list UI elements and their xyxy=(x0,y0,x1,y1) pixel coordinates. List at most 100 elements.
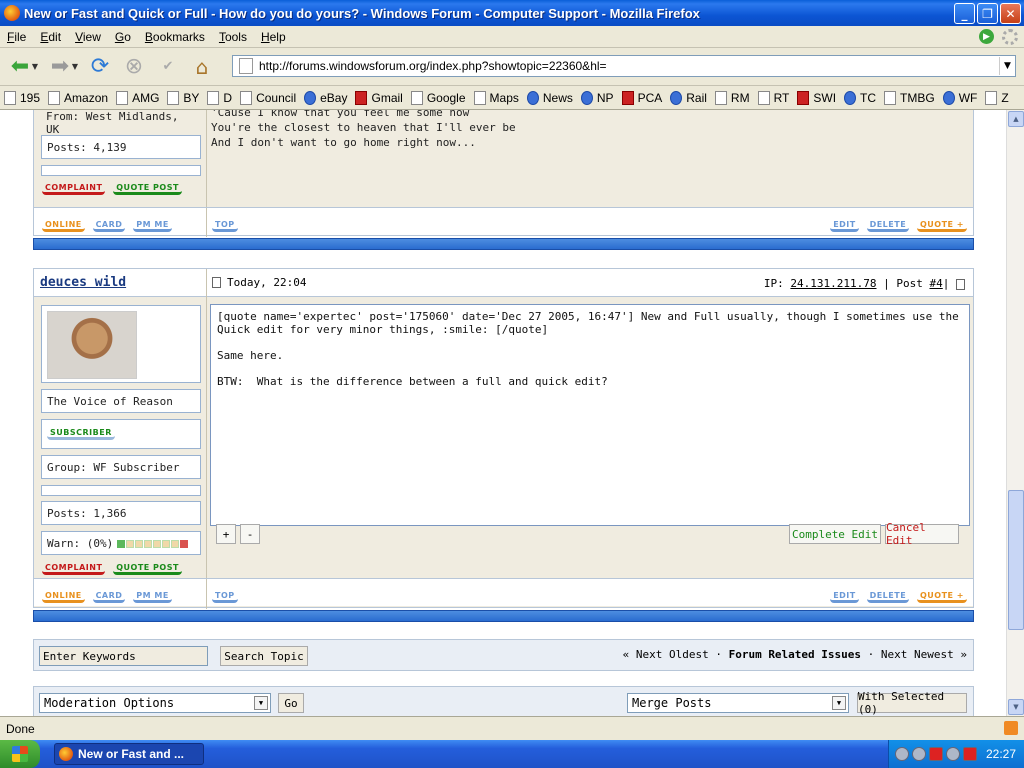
delete-button[interactable]: DELETE xyxy=(866,591,910,603)
maximize-button[interactable]: ❐ xyxy=(977,3,998,24)
tray-network-icon[interactable] xyxy=(946,747,960,761)
stop-icon[interactable]: ⊗ xyxy=(120,53,148,81)
tray-back-icon[interactable] xyxy=(895,747,909,761)
spellcheck-icon[interactable]: ✔ xyxy=(154,53,182,81)
bookmark-item[interactable]: Amazon xyxy=(44,90,112,105)
keyword-search-input[interactable] xyxy=(39,646,208,666)
bookmark-item[interactable]: D xyxy=(203,90,236,105)
bookmark-item[interactable]: TMBG xyxy=(880,90,939,105)
ip-link[interactable]: 24.131.211.78 xyxy=(790,277,876,290)
column-divider xyxy=(206,297,207,609)
go-button[interactable]: Go xyxy=(278,693,304,713)
bookmark-item[interactable]: WF xyxy=(939,90,982,105)
expand-editor-button[interactable]: + xyxy=(216,524,236,544)
bookmark-item[interactable]: TC xyxy=(840,90,880,105)
complaint-button[interactable]: COMPLAINT xyxy=(42,183,106,195)
page-icon xyxy=(4,90,16,105)
top-button[interactable]: TOP xyxy=(212,220,238,232)
pm-button[interactable]: PM ME xyxy=(133,220,172,232)
quote-plus-button[interactable]: QUOTE + xyxy=(916,220,967,232)
home-icon[interactable]: ⌂ xyxy=(188,53,216,81)
start-button[interactable] xyxy=(0,740,40,768)
scroll-down-icon[interactable]: ▼ xyxy=(1008,699,1024,715)
rss-icon[interactable] xyxy=(1004,721,1018,735)
menu-help[interactable]: Help xyxy=(254,30,293,44)
forum-link[interactable]: Forum Related Issues xyxy=(729,648,861,661)
edit-button[interactable]: EDIT xyxy=(830,220,859,232)
complete-edit-button[interactable]: Complete Edit xyxy=(789,524,881,544)
reload-icon[interactable]: ⟳ xyxy=(86,53,114,81)
bookmark-item[interactable]: eBay xyxy=(300,90,351,105)
back-dropdown-icon[interactable]: ▼ xyxy=(30,53,40,81)
menu-view[interactable]: View xyxy=(68,30,108,44)
bookmark-item[interactable]: Google xyxy=(407,90,470,105)
edit-button[interactable]: EDIT xyxy=(830,591,859,603)
taskbar-item-firefox[interactable]: New or Fast and ... xyxy=(54,743,204,765)
with-selected-button[interactable]: With Selected (0) xyxy=(857,690,967,716)
bookmark-item[interactable]: Rail xyxy=(666,90,711,105)
delete-button[interactable]: DELETE xyxy=(866,220,910,232)
tray-antivirus-icon[interactable] xyxy=(963,747,977,761)
bookmark-item[interactable]: RT xyxy=(754,90,794,105)
bookmark-item[interactable]: PCA xyxy=(618,90,667,105)
quick-edit-textarea[interactable]: [quote name='expertec' post='175060' dat… xyxy=(210,304,970,526)
update-icon[interactable]: ▶ xyxy=(979,29,994,44)
address-bar[interactable]: ▼ xyxy=(232,55,1016,77)
post-body: 'Cause I know that you feel me some how … xyxy=(211,110,516,150)
post-footer: ONLINE CARD PM ME TOP EDIT DELETE QUOTE … xyxy=(34,578,973,607)
tray-app-icon[interactable] xyxy=(912,747,926,761)
merge-posts-select[interactable]: Merge Posts ▼ xyxy=(627,693,849,713)
quote-post-button[interactable]: QUOTE POST xyxy=(113,563,182,575)
bookmark-item[interactable]: RM xyxy=(711,90,754,105)
bookmark-item[interactable]: News xyxy=(523,90,577,105)
page-icon xyxy=(167,90,180,105)
warn-minus-icon[interactable] xyxy=(117,539,126,548)
scroll-thumb[interactable] xyxy=(1008,490,1024,630)
bookmark-item[interactable]: BY xyxy=(163,90,203,105)
cancel-edit-button[interactable]: Cancel Edit xyxy=(885,521,959,547)
bookmark-item[interactable]: Council xyxy=(236,90,300,105)
bookmark-item[interactable]: Maps xyxy=(470,90,523,105)
menu-bookmarks[interactable]: Bookmarks xyxy=(138,30,212,44)
vertical-scrollbar[interactable]: ▲ ▼ xyxy=(1006,110,1024,716)
complaint-button[interactable]: COMPLAINT xyxy=(42,563,106,575)
post-number-link[interactable]: #4 xyxy=(930,277,943,290)
bookmark-item[interactable]: Gmail xyxy=(351,90,406,105)
online-button[interactable]: ONLINE xyxy=(42,220,85,232)
url-dropdown-icon[interactable]: ▼ xyxy=(999,57,1015,75)
menu-edit[interactable]: Edit xyxy=(33,30,68,44)
card-button[interactable]: CARD xyxy=(92,220,126,232)
firefox-icon xyxy=(59,747,73,761)
bookmark-item[interactable]: Z xyxy=(981,90,1012,105)
tray-security-icon[interactable] xyxy=(929,747,943,761)
menu-go[interactable]: Go xyxy=(108,30,138,44)
bookmark-item[interactable]: SWI xyxy=(793,90,840,105)
scroll-up-icon[interactable]: ▲ xyxy=(1008,111,1024,127)
search-topic-button[interactable]: Search Topic xyxy=(220,646,308,666)
next-oldest-link[interactable]: « Next Oldest xyxy=(623,648,709,661)
next-newest-link[interactable]: Next Newest » xyxy=(881,648,967,661)
close-button[interactable]: ✕ xyxy=(1000,3,1021,24)
url-input[interactable] xyxy=(259,59,999,73)
online-button[interactable]: ONLINE xyxy=(42,591,85,603)
menu-file[interactable]: File xyxy=(0,30,33,44)
tmbg-icon xyxy=(884,90,897,105)
moderation-options-select[interactable]: Moderation Options ▼ xyxy=(39,693,271,713)
minimize-button[interactable]: _ xyxy=(954,3,975,24)
pm-button[interactable]: PM ME xyxy=(133,591,172,603)
warn-plus-icon[interactable] xyxy=(180,539,189,548)
top-button[interactable]: TOP xyxy=(212,591,238,603)
bookmark-item[interactable]: NP xyxy=(577,90,618,105)
report-icon[interactable] xyxy=(956,278,965,290)
shrink-editor-button[interactable]: - xyxy=(240,524,260,544)
bookmark-item[interactable]: 195 xyxy=(0,90,44,105)
card-button[interactable]: CARD xyxy=(92,591,126,603)
forward-dropdown-icon[interactable]: ▼ xyxy=(70,53,80,81)
quote-post-button[interactable]: QUOTE POST xyxy=(113,183,182,195)
quote-plus-button[interactable]: QUOTE + xyxy=(916,591,967,603)
menu-tools[interactable]: Tools xyxy=(212,30,254,44)
pca-icon xyxy=(621,90,634,105)
google-icon xyxy=(410,90,423,105)
bookmark-item[interactable]: AMG xyxy=(112,90,163,105)
author-name[interactable]: deuces wild xyxy=(40,275,126,290)
